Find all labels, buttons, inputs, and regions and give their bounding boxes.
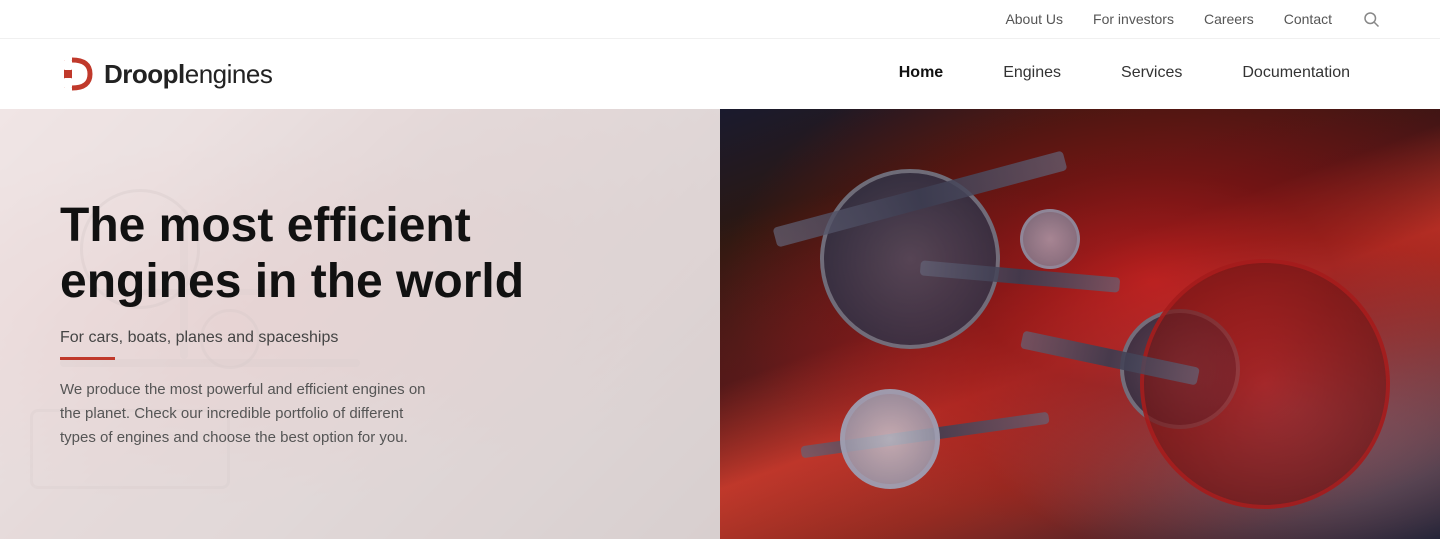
nav-engines[interactable]: Engines xyxy=(973,39,1091,109)
hero-title: The most efficient engines in the world xyxy=(60,198,660,308)
search-icon xyxy=(1362,10,1380,28)
top-nav-contact[interactable]: Contact xyxy=(1284,11,1332,27)
hero-subtitle: For cars, boats, planes and spaceships xyxy=(60,329,660,347)
top-nav-for-investors[interactable]: For investors xyxy=(1093,11,1174,27)
hero-content: The most efficient engines in the world … xyxy=(0,109,720,539)
logo-icon xyxy=(60,56,96,92)
logo-text: Drooplengines xyxy=(104,59,272,90)
hero-description: We produce the most powerful and efficie… xyxy=(60,378,440,450)
site-header: About Us For investors Careers Contact D… xyxy=(0,0,1440,109)
main-navigation: Home Engines Services Documentation xyxy=(869,39,1380,109)
top-bar: About Us For investors Careers Contact xyxy=(0,0,1440,39)
nav-services[interactable]: Services xyxy=(1091,39,1212,109)
logo-area: Drooplengines xyxy=(60,56,869,92)
top-nav-about-us[interactable]: About Us xyxy=(1005,11,1063,27)
main-header: Drooplengines Home Engines Services Docu… xyxy=(0,39,1440,109)
hero-divider xyxy=(60,357,115,360)
hero-right-bg xyxy=(720,109,1440,539)
top-nav-careers[interactable]: Careers xyxy=(1204,11,1254,27)
hero-section: The most efficient engines in the world … xyxy=(0,109,1440,539)
nav-documentation[interactable]: Documentation xyxy=(1212,39,1380,109)
nav-home[interactable]: Home xyxy=(869,39,973,109)
search-button[interactable] xyxy=(1362,10,1380,28)
